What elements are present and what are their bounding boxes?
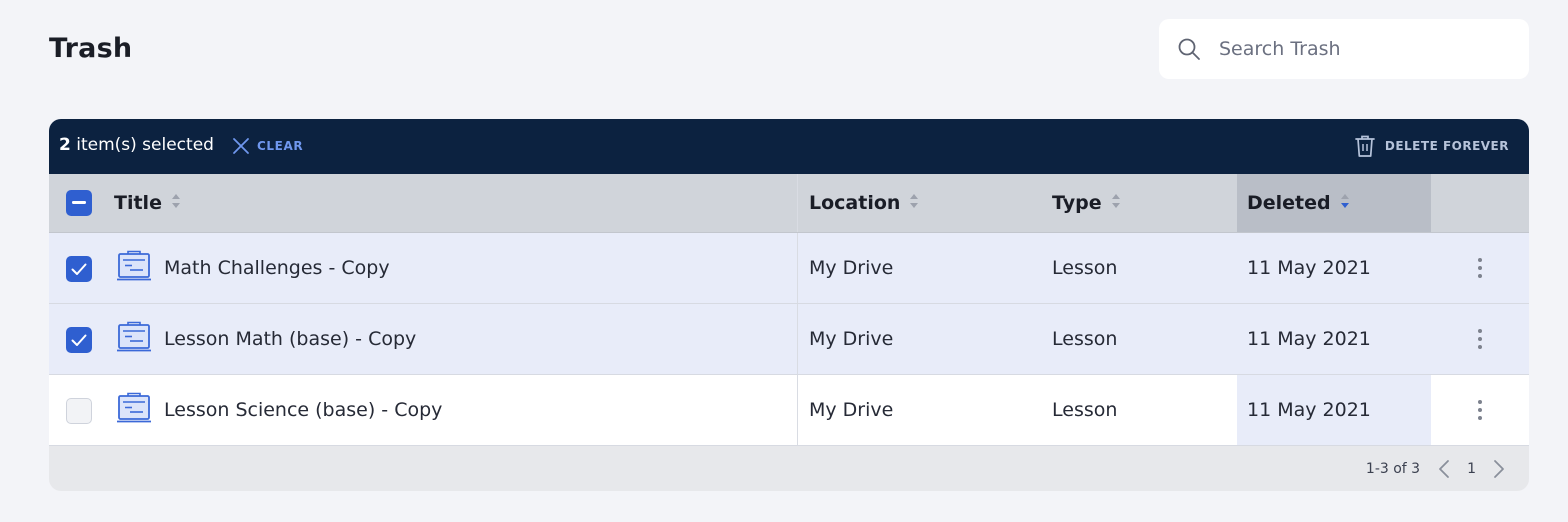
row-checkbox[interactable] [66,256,92,282]
clear-label: CLEAR [257,139,304,153]
row-actions-cell [1431,375,1529,445]
row-title[interactable]: Lesson Science (base) - Copy [164,399,442,421]
selected-number: 2 [59,135,71,155]
delete-forever-button[interactable]: DELETE FOREVER [1354,132,1509,160]
column-deleted: Deleted [1247,192,1331,214]
row-actions-cell [1431,233,1529,303]
table-row[interactable]: Lesson Math (base) - Copy My Drive Lesso… [49,304,1529,375]
row-title-cell: Lesson Science (base) - Copy [49,375,798,445]
row-type: Lesson [1052,257,1118,279]
pagination-range: 1-3 of 3 [1365,461,1421,477]
more-vertical-icon[interactable] [1478,329,1482,349]
selected-label: item(s) selected [70,135,214,155]
row-type-cell: Lesson [1041,304,1237,374]
row-title[interactable]: Lesson Math (base) - Copy [164,328,416,350]
row-location-cell: My Drive [798,375,1041,445]
sort-by-deleted[interactable]: Deleted [1237,174,1431,232]
pagination: 1-3 of 3 1 [1366,458,1505,480]
row-location: My Drive [809,328,894,350]
row-deleted-cell: 11 May 2021 [1237,304,1431,374]
sort-icon [1111,192,1121,214]
sort-by-type[interactable]: Type [1041,174,1237,232]
row-type: Lesson [1052,328,1118,350]
close-icon [233,138,249,154]
sort-by-title[interactable]: Title [114,192,181,214]
row-deleted-date: 11 May 2021 [1247,257,1371,279]
sort-icon [171,192,181,214]
search-icon [1177,37,1201,61]
chevron-right-icon[interactable] [1493,459,1505,479]
trash-table: 2 item(s) selected CLEAR DELETE FOREVER … [49,119,1529,491]
page-title: Trash [49,33,133,64]
row-checkbox[interactable] [66,327,92,353]
row-location-cell: My Drive [798,304,1041,374]
lesson-icon [116,321,152,357]
row-deleted-cell: 11 May 2021 [1237,375,1431,445]
clear-selection-button[interactable]: CLEAR [232,132,303,160]
sort-by-location[interactable]: Location [798,174,1041,232]
sort-descending-icon [1340,192,1350,214]
table-header: Title Location Type Deleted [49,174,1529,233]
current-page: 1 [1467,461,1476,477]
more-vertical-icon[interactable] [1478,400,1482,420]
row-location: My Drive [809,399,894,421]
trash-icon [1355,135,1375,157]
row-location-cell: My Drive [798,233,1041,303]
row-deleted-date: 11 May 2021 [1247,328,1371,350]
row-type: Lesson [1052,399,1118,421]
column-type: Type [1052,192,1102,214]
row-checkbox[interactable] [66,398,92,424]
row-type-cell: Lesson [1041,233,1237,303]
selection-count: 2 item(s) selected [59,135,214,155]
more-vertical-icon[interactable] [1478,258,1482,278]
row-location: My Drive [809,257,894,279]
search-input[interactable] [1219,29,1509,69]
search-box[interactable] [1159,19,1529,79]
column-location: Location [809,192,901,214]
delete-forever-label: DELETE FOREVER [1384,139,1509,153]
table-row[interactable]: Lesson Science (base) - Copy My Drive Le… [49,375,1529,446]
header-title-cell: Title [49,174,798,232]
row-title-cell: Math Challenges - Copy [49,233,798,303]
select-all-checkbox[interactable] [66,190,92,216]
row-type-cell: Lesson [1041,375,1237,445]
header-actions-cell [1431,174,1529,232]
row-title-cell: Lesson Math (base) - Copy [49,304,798,374]
row-deleted-date: 11 May 2021 [1247,399,1371,421]
selection-toolbar: 2 item(s) selected CLEAR DELETE FOREVER [49,119,1529,174]
row-deleted-cell: 11 May 2021 [1237,233,1431,303]
lesson-icon [116,250,152,286]
row-actions-cell [1431,304,1529,374]
row-title[interactable]: Math Challenges - Copy [164,257,390,279]
column-title: Title [114,192,162,214]
lesson-icon [116,392,152,428]
table-row[interactable]: Math Challenges - Copy My Drive Lesson 1… [49,233,1529,304]
sort-icon [909,192,919,214]
chevron-left-icon[interactable] [1438,459,1450,479]
